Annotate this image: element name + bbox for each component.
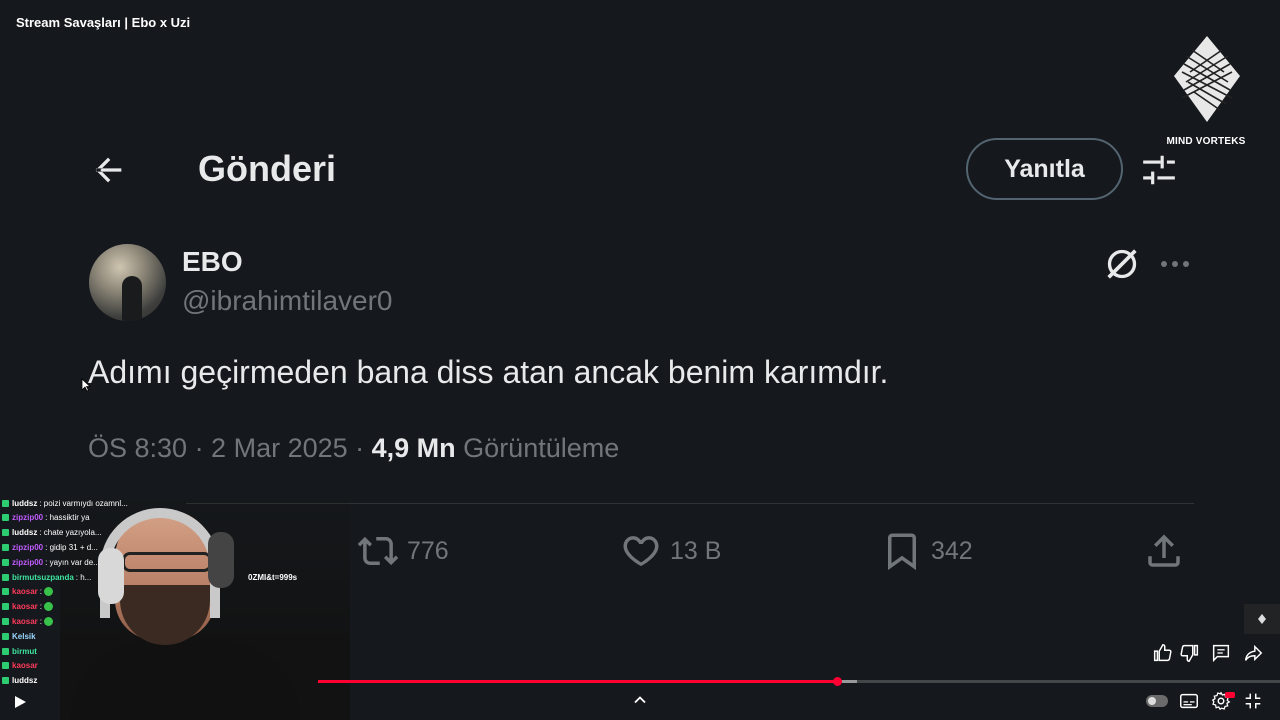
arrow-left-icon[interactable] — [88, 150, 128, 190]
thumbs-down-icon[interactable] — [1179, 642, 1201, 664]
author-name[interactable]: EBO — [182, 246, 243, 278]
post-meta: ÖS 8:30 · 2 Mar 2025 · 4,9 Mn Görüntülem… — [88, 433, 619, 464]
retweet-count: 776 — [407, 536, 449, 565]
page-title: Gönderi — [198, 148, 337, 189]
chat-badge-icon — [2, 677, 9, 685]
reply-button[interactable]: Yanıtla — [966, 138, 1123, 200]
video-title: Stream Savaşları | Ebo x Uzi — [16, 15, 191, 30]
chat-message: zipzip00: hassiktir ya — [2, 511, 90, 525]
views-count: 4,9 Mn — [371, 433, 456, 463]
grok-icon[interactable] — [1102, 244, 1142, 284]
progress-scrubber[interactable] — [833, 677, 843, 686]
like-count: 13 B — [670, 536, 722, 565]
more-dots-icon[interactable] — [1158, 254, 1192, 274]
bookmark-icon — [888, 533, 916, 571]
chat-message: kaosar: — [2, 600, 54, 614]
avatar-figure — [122, 276, 142, 321]
chat-message: birmut — [2, 644, 39, 658]
chevron-up-icon[interactable] — [632, 692, 648, 708]
chat-username[interactable]: kaosar — [12, 617, 38, 626]
chat-emote-icon — [44, 602, 54, 612]
chat-message-text: : gidip 31 + d... — [45, 542, 98, 552]
chat-message: kaosar — [2, 659, 40, 673]
chat-emote-icon — [44, 587, 54, 597]
chat-message: luddsz — [2, 674, 39, 688]
author-handle[interactable]: @ibrahimtilaver0 — [182, 285, 393, 317]
chat-username[interactable]: luddsz — [12, 499, 37, 508]
chat-message: luddsz: chate yazıyola... — [2, 526, 102, 540]
subtitles-icon[interactable] — [1178, 690, 1200, 712]
retweet-icon — [357, 536, 399, 566]
chat-emote-icon — [44, 616, 54, 626]
chat-username[interactable]: kaosar — [12, 602, 38, 611]
post-text: Adımı geçirmeden bana diss atan ancak be… — [88, 354, 889, 390]
bookmark-count: 342 — [931, 536, 973, 565]
retweet-button[interactable]: 776 — [357, 530, 449, 572]
chat-username[interactable]: zipzip00 — [12, 543, 43, 552]
like-button[interactable]: 13 B — [620, 530, 721, 572]
post-timestamp[interactable]: ÖS 8:30 · 2 Mar 2025 · — [88, 433, 372, 463]
chat-username[interactable]: zipzip00 — [12, 513, 43, 522]
chat-badge-icon — [2, 543, 9, 551]
chat-message: luddsz: poizi varmıydı ozamnl... — [2, 496, 128, 510]
chat-message-text: : — [39, 587, 43, 597]
chat-badge-icon — [2, 617, 9, 625]
comment-icon[interactable] — [1210, 642, 1232, 664]
chat-username[interactable]: kaosar — [12, 587, 38, 596]
exit-fullscreen-icon[interactable] — [1242, 690, 1264, 712]
chat-username[interactable]: birmut — [12, 647, 37, 656]
chat-message-text: : — [39, 602, 43, 612]
share-icon — [1148, 534, 1180, 567]
share-arrow-icon[interactable] — [1242, 642, 1264, 664]
chat-message-text: : h... — [75, 572, 92, 582]
avatar[interactable] — [89, 244, 166, 321]
bookmark-button[interactable]: 342 — [881, 530, 973, 572]
chat-badge-icon — [2, 558, 9, 566]
chat-username[interactable]: luddsz — [12, 676, 37, 685]
chat-link-fragment: 0ZMI&t=999s — [248, 573, 298, 582]
chat-message: zipzip00: yayın var de... — [2, 555, 100, 569]
sliders-icon[interactable] — [1140, 151, 1178, 189]
hd-badge — [1225, 692, 1235, 698]
chat-badge-icon — [2, 662, 9, 670]
channel-logo-text: MIND VORTEKS — [1166, 136, 1246, 147]
chat-message-text: : chate yazıyola... — [39, 528, 102, 538]
chat-message-text: : hassiktir ya — [45, 513, 90, 523]
chat-username[interactable]: zipzip00 — [12, 558, 43, 567]
views-label: Görüntüleme — [455, 433, 620, 463]
chat-message-text: : poizi varmıydı ozamnl... — [39, 498, 128, 508]
chat-overlay: luddsz: poizi varmıydı ozamnl... zipzip00… — [0, 488, 310, 720]
chat-badge-icon — [2, 573, 9, 581]
autoplay-toggle[interactable] — [1146, 695, 1168, 707]
progress-fill — [318, 680, 838, 683]
play-icon[interactable] — [12, 694, 28, 710]
thumbs-up-icon[interactable] — [1151, 642, 1173, 664]
chat-badge-icon — [2, 499, 9, 507]
chat-message: kaosar: — [2, 614, 54, 628]
chat-badge-icon — [2, 632, 9, 640]
diamond-icon — [1258, 614, 1266, 624]
heart-icon — [623, 536, 659, 567]
chat-username[interactable]: birmutsuzpanda — [12, 573, 74, 582]
chat-message-text: : yayın var de... — [45, 557, 100, 567]
channel-logo: MIND VORTEKS — [1160, 34, 1252, 150]
chat-badge-icon — [2, 603, 9, 611]
chat-message: kaosar: — [2, 585, 54, 599]
expand-panel-button[interactable] — [1244, 604, 1280, 634]
chat-message: zipzip00: gidip 31 + d... — [2, 540, 98, 554]
chat-badge-icon — [2, 529, 9, 537]
video-progress-bar[interactable] — [318, 677, 1280, 686]
chat-username[interactable]: luddsz — [12, 528, 37, 537]
chat-message: birmutsuzpanda: h... — [2, 570, 91, 584]
chat-username[interactable]: Kelsik — [12, 632, 36, 641]
share-button[interactable] — [1143, 530, 1185, 572]
chat-username[interactable]: kaosar — [12, 661, 38, 670]
chat-badge-icon — [2, 647, 9, 655]
chat-badge-icon — [2, 588, 9, 596]
chat-badge-icon — [2, 514, 9, 522]
chat-message-text: : — [39, 616, 43, 626]
channel-logo-mark-icon — [1174, 36, 1240, 122]
chat-message: Kelsik — [2, 629, 38, 643]
